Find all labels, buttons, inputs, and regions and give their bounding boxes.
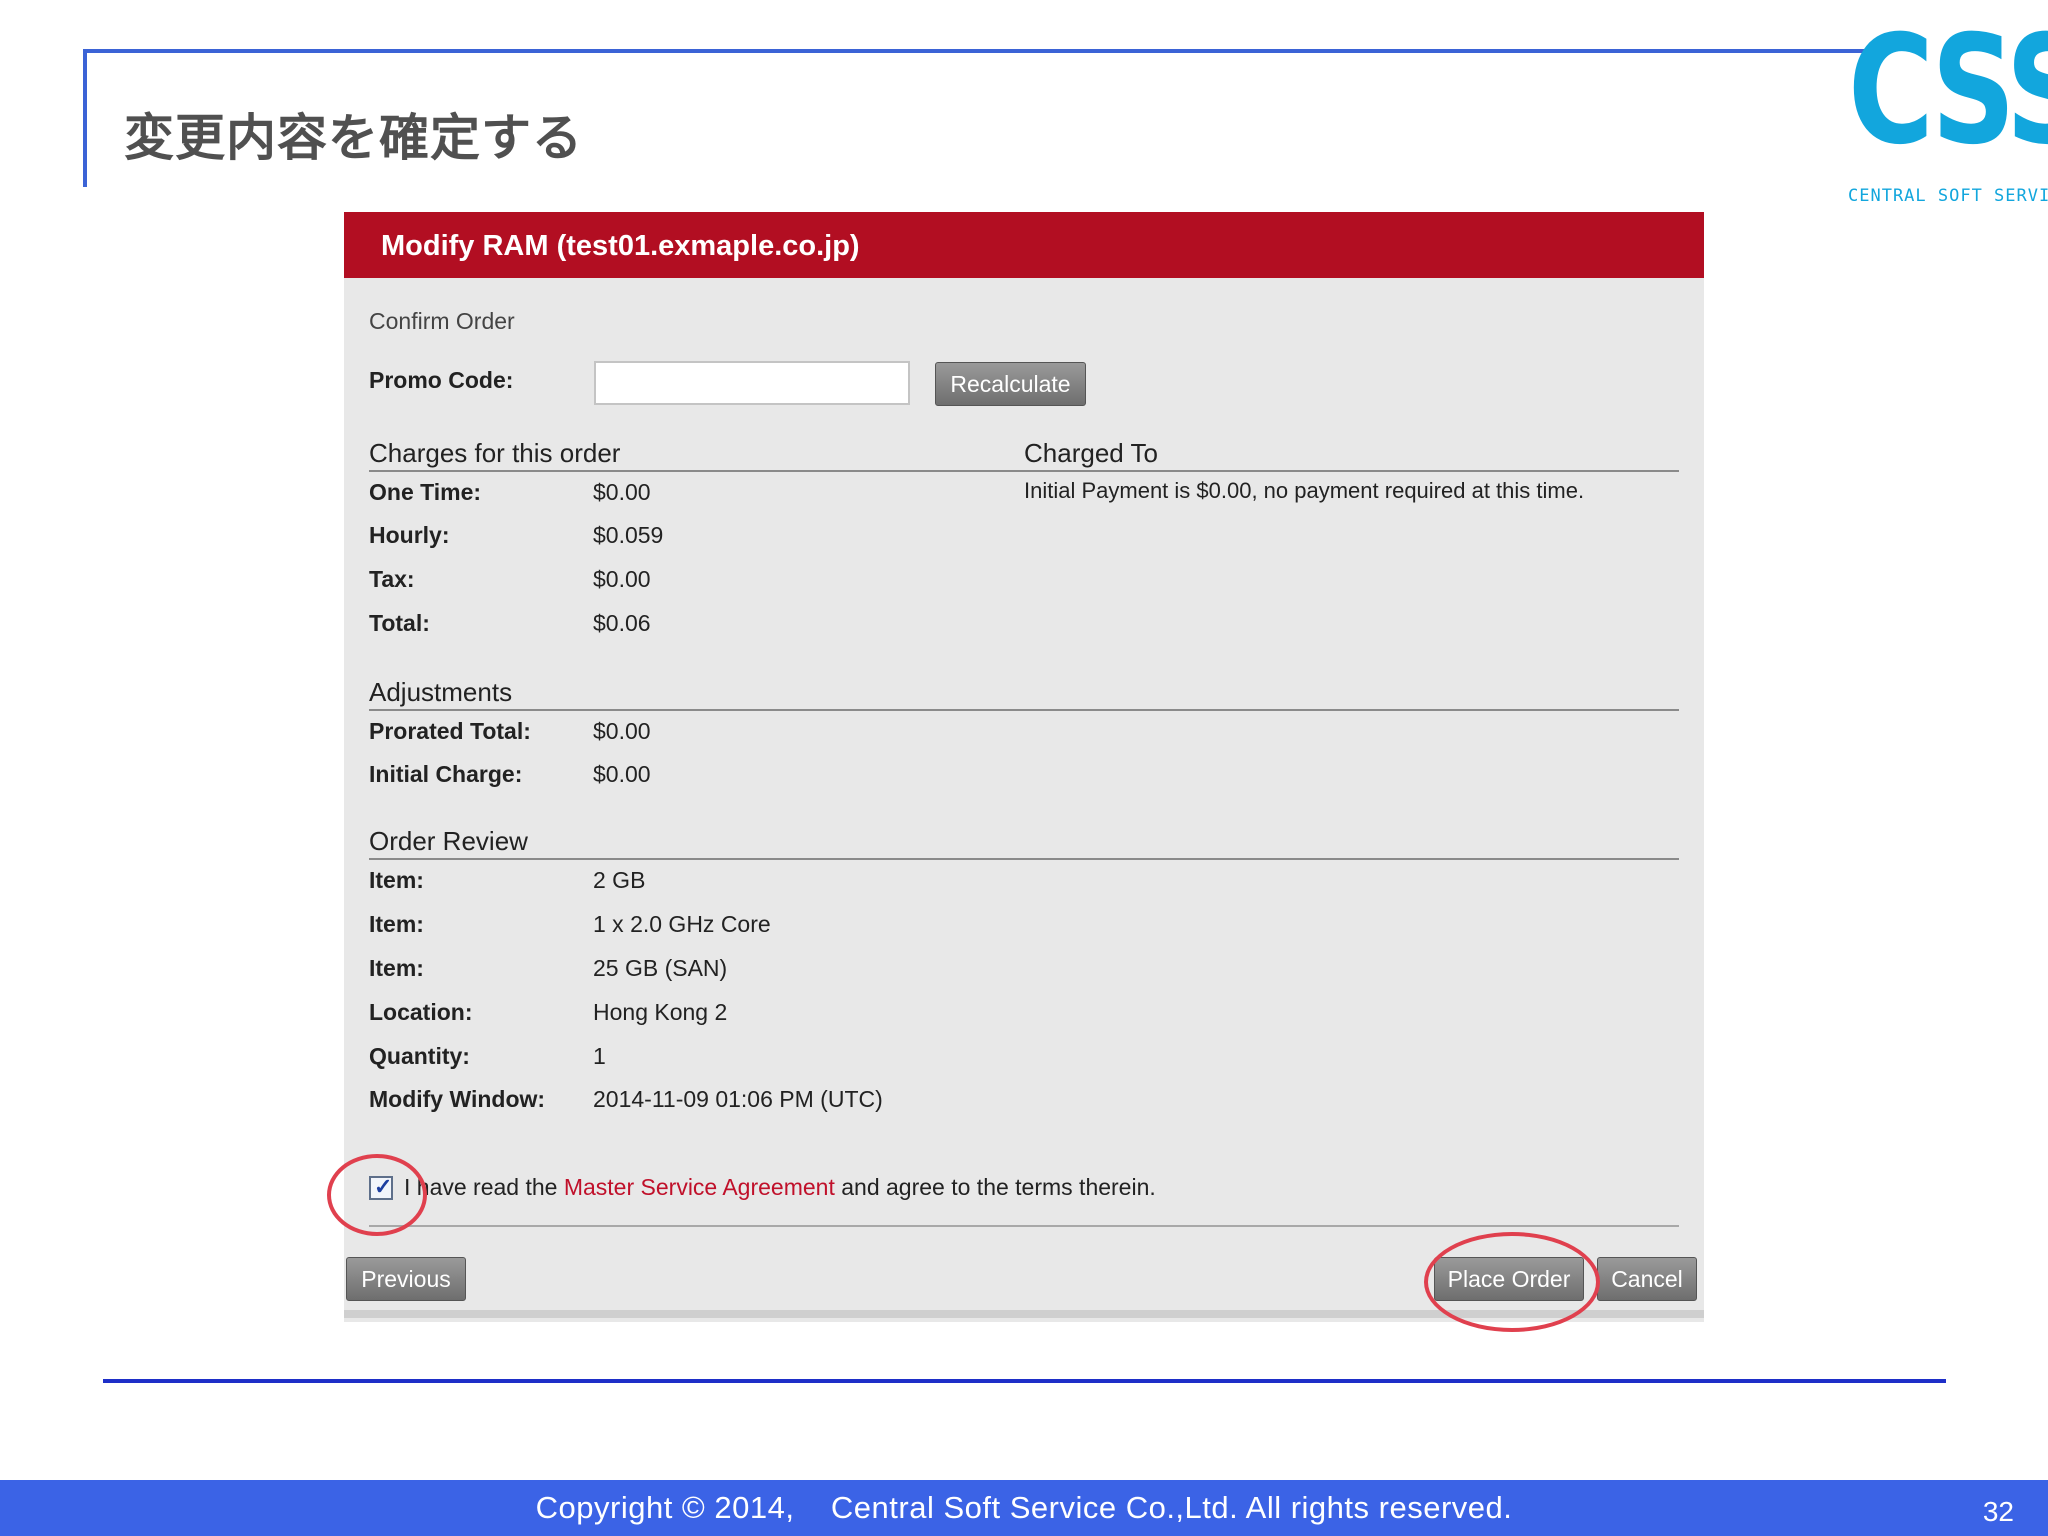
promo-code-input[interactable] <box>594 361 910 405</box>
charge-row-value: $0.00 <box>593 566 651 592</box>
agreement-prefix: I have read the <box>404 1174 564 1200</box>
review-row-value: 25 GB (SAN) <box>593 955 728 981</box>
charge-row-value: $0.059 <box>593 522 664 548</box>
review-row-value: Hong Kong 2 <box>593 999 728 1025</box>
footer-copyright: Copyright © 2014, Central Soft Service C… <box>535 1490 1513 1525</box>
slide-bottom-rule <box>103 1379 1946 1383</box>
review-row-label: Item: <box>369 955 424 981</box>
review-row-value: 2014-11-09 01:06 PM (UTC) <box>593 1086 883 1112</box>
promo-code-label: Promo Code: <box>369 367 514 393</box>
adjustment-row-value: $0.00 <box>593 718 651 744</box>
charged-to-heading: Charged To <box>1024 438 1158 468</box>
agreement-text: I have read the Master Service Agreement… <box>404 1174 1156 1201</box>
charged-to-note: Initial Payment is $0.00, no payment req… <box>1024 478 1585 503</box>
adjustments-divider <box>369 709 1679 711</box>
charge-row-label: One Time: <box>369 479 482 505</box>
slide-footer: Copyright © 2014, Central Soft Service C… <box>0 1480 2048 1536</box>
page-number: 32 <box>1982 1496 2014 1527</box>
dialog-title: Modify RAM (test01.exmaple.co.jp) <box>381 230 860 262</box>
logo-text: CSS <box>1848 4 2048 178</box>
slide-title: 変更内容を確定する <box>124 110 583 166</box>
master-service-agreement-link[interactable]: Master Service Agreement <box>564 1174 835 1200</box>
previous-button[interactable]: Previous <box>346 1257 466 1301</box>
recalculate-button[interactable]: Recalculate <box>935 362 1086 406</box>
slide-top-rule <box>83 49 1891 53</box>
charge-row-value: $0.06 <box>593 610 651 636</box>
adjustment-row-label: Prorated Total: <box>369 718 531 744</box>
order-review-divider <box>369 858 1679 860</box>
buttons-divider <box>369 1225 1679 1227</box>
review-row-label: Quantity: <box>369 1043 470 1069</box>
review-row-label: Item: <box>369 911 424 937</box>
review-row-label: Location: <box>369 999 473 1025</box>
charge-row-label: Tax: <box>369 566 415 592</box>
adjustments-heading: Adjustments <box>369 677 513 707</box>
modify-ram-dialog: Modify RAM (test01.exmaple.co.jp) Confir… <box>327 212 1704 1332</box>
cancel-button[interactable]: Cancel <box>1597 1257 1697 1301</box>
checkbox-highlight-circle <box>327 1154 427 1236</box>
review-row-label: Modify Window: <box>369 1086 546 1112</box>
logo-subtext: CENTRAL SOFT SERVICE <box>1848 186 2048 206</box>
charges-heading: Charges for this order <box>369 438 621 468</box>
review-row-value: 1 <box>593 1043 606 1069</box>
charged-to-divider <box>1024 470 1679 472</box>
review-row-label: Item: <box>369 867 424 893</box>
adjustment-row-label: Initial Charge: <box>369 761 523 787</box>
slide-left-rule <box>83 49 87 187</box>
place-order-highlight-circle <box>1424 1232 1600 1332</box>
adjustment-row-value: $0.00 <box>593 761 651 787</box>
agreement-suffix: and agree to the terms therein. <box>834 1174 1156 1200</box>
charge-row-label: Hourly: <box>369 522 450 548</box>
charge-row-label: Total: <box>369 610 430 636</box>
order-review-heading: Order Review <box>369 826 528 856</box>
charge-row-value: $0.00 <box>593 479 651 505</box>
review-row-value: 2 GB <box>593 867 646 893</box>
confirm-order-label: Confirm Order <box>369 308 515 334</box>
charges-divider <box>369 470 1024 472</box>
review-row-value: 1 x 2.0 GHz Core <box>593 911 771 937</box>
company-logo: CSS CENTRAL SOFT SERVICE <box>1848 4 2048 206</box>
dialog-header: Modify RAM (test01.exmaple.co.jp) <box>344 212 1704 278</box>
